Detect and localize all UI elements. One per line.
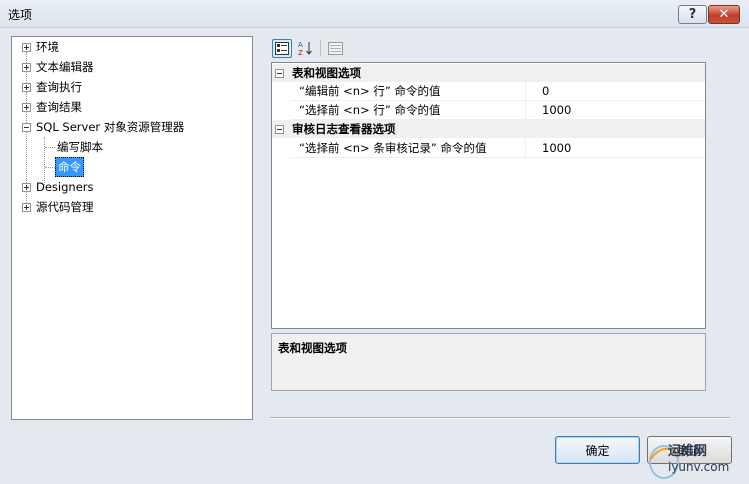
- property-name: “选择前 <n> 条审核记录” 命令的值: [290, 138, 526, 158]
- expand-icon[interactable]: [22, 62, 31, 72]
- expand-icon[interactable]: [22, 182, 31, 192]
- collapse-icon[interactable]: [275, 124, 284, 134]
- tree-item-label: 查询结果: [36, 100, 82, 114]
- watermark-text: 运维网: [668, 444, 708, 459]
- collapse-icon[interactable]: [275, 68, 284, 78]
- tree-connector: [45, 147, 55, 148]
- tree-item-query-results[interactable]: 查询结果: [22, 98, 82, 116]
- property-row[interactable]: “选择前 <n> 条审核记录” 命令的值 1000: [290, 138, 705, 158]
- property-value[interactable]: 0: [526, 84, 549, 98]
- alphabetical-sort-icon: A Z: [298, 41, 312, 56]
- property-grid-toolbar: A Z: [272, 38, 348, 58]
- tree-item-label: Designers: [36, 180, 94, 194]
- watermark-url: iyunv.com: [668, 460, 730, 474]
- options-tree[interactable]: 环境 文本编辑器 查询执行 查询结果 SQL Server 对象资源管理器 编写…: [11, 36, 253, 420]
- alphabetical-button[interactable]: A Z: [295, 39, 315, 58]
- toolbar-separator: [320, 40, 321, 56]
- title-bar: 选项 ? ✕: [0, 0, 749, 28]
- tree-item-label: 源代码管理: [36, 200, 94, 214]
- property-name: “编辑前 <n> 行” 命令的值: [290, 81, 526, 101]
- tree-item-label: 命令: [55, 157, 84, 177]
- expand-icon[interactable]: [22, 102, 31, 112]
- ok-button[interactable]: 确定: [555, 436, 640, 464]
- svg-text:A: A: [298, 41, 303, 49]
- expand-icon[interactable]: [22, 42, 31, 52]
- property-pages-button[interactable]: [325, 39, 345, 58]
- tree-item-label: 环境: [36, 40, 59, 54]
- property-pages-icon: [327, 41, 343, 55]
- tree-item-sql-server-object-explorer[interactable]: SQL Server 对象资源管理器: [22, 118, 184, 136]
- tree-item-query-execution[interactable]: 查询执行: [22, 78, 82, 96]
- property-grid[interactable]: 表和视图选项 “编辑前 <n> 行” 命令的值 0 “选择前 <n> 行” 命令…: [271, 62, 706, 329]
- svg-text:Z: Z: [298, 49, 303, 56]
- close-button[interactable]: ✕: [708, 5, 740, 24]
- category-label: 审核日志查看器选项: [292, 122, 396, 136]
- tree-connector: [45, 167, 55, 168]
- description-text: 表和视图选项: [278, 341, 347, 355]
- window-title: 选项: [8, 8, 33, 22]
- tree-item-label: 查询执行: [36, 80, 82, 94]
- description-pane: 表和视图选项: [271, 333, 706, 391]
- tree-item-text-editor[interactable]: 文本编辑器: [22, 58, 94, 76]
- categorized-button[interactable]: [272, 38, 292, 58]
- divider: [270, 417, 730, 419]
- property-row[interactable]: “编辑前 <n> 行” 命令的值 0: [290, 81, 705, 101]
- category-table-view-options[interactable]: 表和视图选项: [272, 64, 705, 82]
- property-value[interactable]: 1000: [526, 141, 571, 155]
- tree-item-scripting[interactable]: 编写脚本: [57, 138, 103, 156]
- tree-item-commands[interactable]: 命令: [55, 157, 84, 177]
- tree-item-label: 文本编辑器: [36, 60, 94, 74]
- tree-item-environment[interactable]: 环境: [22, 38, 59, 56]
- tree-item-source-control[interactable]: 源代码管理: [22, 198, 94, 216]
- tree-item-label: 编写脚本: [57, 140, 103, 154]
- property-name: “选择前 <n> 行” 命令的值: [290, 100, 526, 120]
- category-label: 表和视图选项: [292, 66, 361, 80]
- tree-item-designers[interactable]: Designers: [22, 178, 94, 196]
- tree-item-label: SQL Server 对象资源管理器: [36, 120, 185, 134]
- category-audit-log-viewer-options[interactable]: 审核日志查看器选项: [272, 120, 705, 138]
- expand-icon[interactable]: [22, 82, 31, 92]
- categorized-icon: [275, 41, 289, 55]
- property-row[interactable]: “选择前 <n> 行” 命令的值 1000: [290, 100, 705, 120]
- expand-icon[interactable]: [22, 202, 31, 212]
- help-button[interactable]: ?: [678, 5, 707, 24]
- property-value[interactable]: 1000: [526, 103, 571, 117]
- collapse-icon[interactable]: [22, 122, 31, 132]
